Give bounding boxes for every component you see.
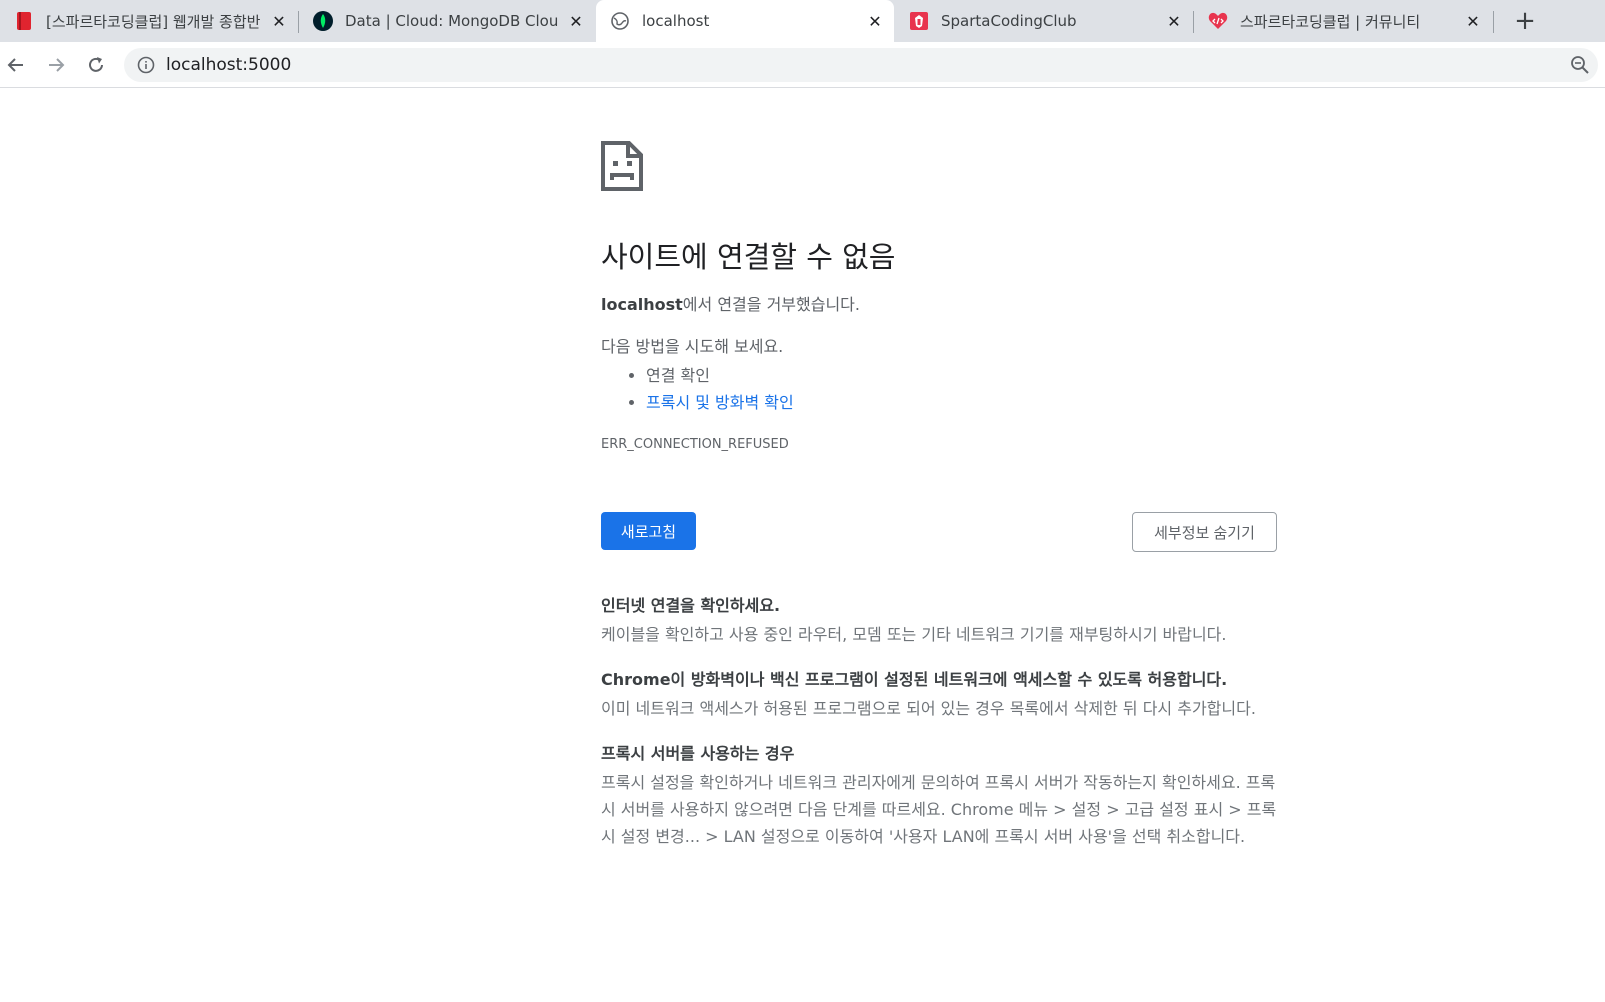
close-tab-icon[interactable]: ✕ (1163, 10, 1185, 32)
summary-host: localhost (601, 295, 683, 314)
zoom-icon[interactable] (1568, 53, 1592, 77)
detail-block: Chrome이 방화벽이나 백신 프로그램이 설정된 네트워크에 액세스할 수 … (601, 666, 1277, 722)
url-text[interactable]: localhost:5000 (166, 55, 1568, 75)
tab-mongodb-cloud[interactable]: Data | Cloud: MongoDB Cloud ✕ (299, 0, 595, 42)
detail-block: 프록시 서버를 사용하는 경우 프록시 설정을 확인하거나 네트워크 관리자에게… (601, 740, 1277, 850)
globe-icon (610, 11, 630, 31)
tab-title: 스파르타코딩클럽 | 커뮤니티 (1240, 12, 1421, 31)
list-item: 연결 확인 (646, 362, 1277, 389)
back-arrow-icon (7, 58, 23, 72)
tab-separator (1493, 11, 1494, 33)
new-tab-button[interactable]: + (1510, 6, 1540, 36)
sparta-icon (909, 11, 929, 31)
tab-title: Data | Cloud: MongoDB Cloud (345, 12, 559, 30)
button-row: 새로고침 세부정보 숨기기 (601, 512, 1277, 552)
tab-localhost[interactable]: localhost ✕ (596, 0, 894, 42)
detail-title: 프록시 서버를 사용하는 경우 (601, 744, 795, 763)
info-icon[interactable] (136, 55, 156, 75)
tab-title: localhost (642, 12, 710, 30)
suggestion-proxy-firewall-link[interactable]: 프록시 및 방화벽 확인 (646, 393, 794, 412)
tab-title: SpartaCodingClub (941, 12, 1077, 30)
detail-body: 이미 네트워크 액세스가 허용된 프로그램으로 되어 있는 경우 목록에서 삭제… (601, 699, 1256, 718)
close-tab-icon[interactable]: ✕ (864, 10, 886, 32)
reload-icon (89, 57, 103, 72)
detail-title: Chrome이 방화벽이나 백신 프로그램이 설정된 네트워크에 액세스할 수 … (601, 670, 1228, 689)
suggestion-check-connection: 연결 확인 (646, 366, 710, 385)
suggestions-list: 연결 확인 프록시 및 방화벽 확인 (601, 362, 1277, 416)
tab-sparta-coding-club[interactable]: SpartaCodingClub ✕ (895, 0, 1193, 42)
address-bar[interactable]: localhost:5000 (124, 48, 1598, 82)
hide-details-button[interactable]: 세부정보 숨기기 (1132, 512, 1277, 552)
close-tab-icon[interactable]: ✕ (1462, 10, 1484, 32)
tab-web-dev-course[interactable]: [스파르타코딩클럽] 웹개발 종합반 ✕ (0, 0, 298, 42)
back-button[interactable] (1, 50, 31, 80)
summary-text: 에서 연결을 거부했습니다. (682, 295, 860, 314)
tab-title: [스파르타코딩클럽] 웹개발 종합반 (46, 12, 261, 31)
detail-block: 인터넷 연결을 확인하세요. 케이블을 확인하고 사용 중인 라우터, 모뎀 또… (601, 592, 1277, 648)
reload-page-button[interactable]: 새로고침 (601, 512, 696, 550)
detail-body: 케이블을 확인하고 사용 중인 라우터, 모뎀 또는 기타 네트워크 기기를 재… (601, 625, 1227, 644)
reload-button[interactable] (81, 50, 111, 80)
forward-arrow-icon (49, 58, 65, 72)
list-item: 프록시 및 방화벽 확인 (646, 389, 1277, 416)
error-page: 사이트에 연결할 수 없음 localhost에서 연결을 거부했습니다. 다음… (601, 140, 1277, 868)
error-heading: 사이트에 연결할 수 없음 (601, 240, 896, 274)
mongodb-leaf-icon (313, 11, 333, 31)
sad-document-icon (600, 140, 644, 192)
error-summary: localhost에서 연결을 거부했습니다. (601, 294, 1277, 316)
tab-sparta-community[interactable]: 스파르타코딩클럽 | 커뮤니티 ✕ (1194, 0, 1492, 42)
close-tab-icon[interactable]: ✕ (565, 10, 587, 32)
error-code: ERR_CONNECTION_REFUSED (601, 437, 789, 452)
forward-button[interactable] (41, 50, 71, 80)
heart-code-icon (1208, 11, 1228, 31)
toolbar: localhost:5000 (0, 42, 1605, 88)
red-book-icon (14, 11, 34, 31)
detail-title: 인터넷 연결을 확인하세요. (601, 596, 781, 615)
detail-body: 프록시 설정을 확인하거나 네트워크 관리자에게 문의하여 프록시 서버가 작동… (601, 773, 1277, 846)
tab-strip: [스파르타코딩클럽] 웹개발 종합반 ✕ Data | Cloud: Mongo… (0, 0, 1605, 42)
suggestions-heading: 다음 방법을 시도해 보세요. (601, 337, 784, 356)
details-section: 인터넷 연결을 확인하세요. 케이블을 확인하고 사용 중인 라우터, 모뎀 또… (601, 592, 1277, 850)
close-tab-icon[interactable]: ✕ (268, 10, 290, 32)
